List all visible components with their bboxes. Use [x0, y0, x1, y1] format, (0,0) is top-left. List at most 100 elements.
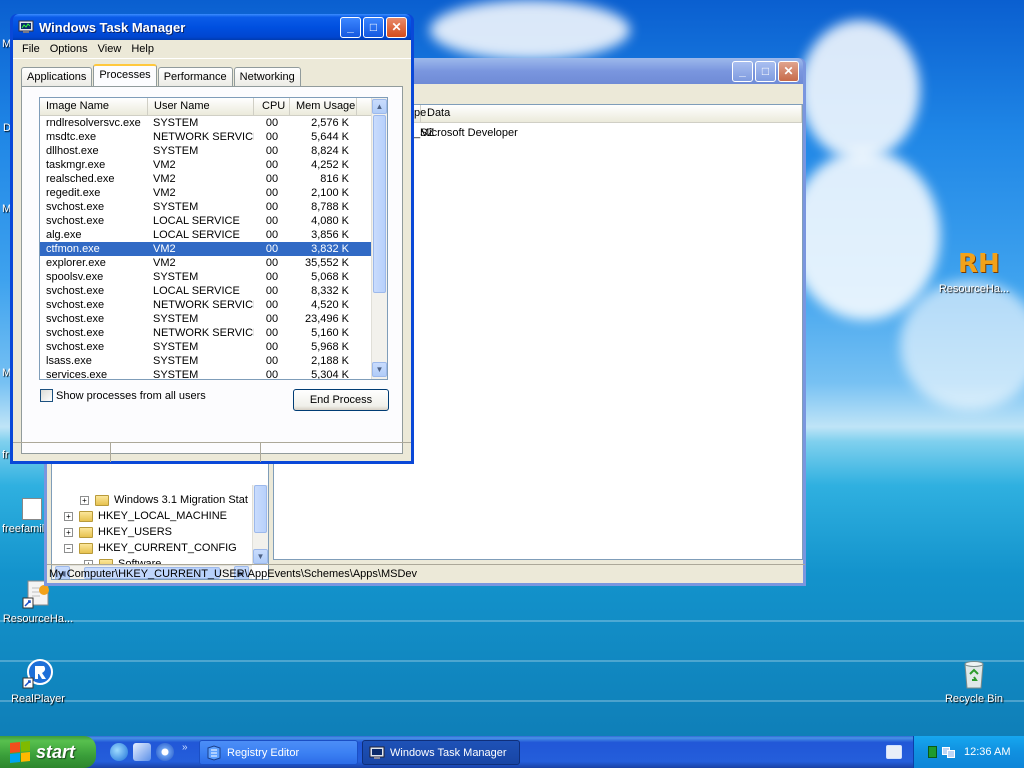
desktop-icon-label: ResourceHa...	[2, 613, 74, 625]
chevron-down-icon: ▼	[256, 552, 265, 561]
scroll-up-button[interactable]: ▲	[372, 99, 387, 114]
tree-node[interactable]: + HKEY_USERS	[64, 524, 172, 540]
task-manager-icon	[18, 20, 34, 33]
tab-applications[interactable]: Applications	[21, 67, 93, 86]
process-mem-usage: 5,968 K	[311, 341, 349, 353]
keyboard-language-icon[interactable]	[886, 745, 902, 759]
menu-view[interactable]: View	[93, 43, 127, 55]
column-header-cpu[interactable]: CPU	[254, 98, 290, 115]
table-row[interactable]: svchost.exe SYSTEM 00 5,968 K	[40, 340, 387, 354]
column-header-mem-usage[interactable]: Mem Usage	[290, 98, 357, 115]
tab-performance[interactable]: Performance	[157, 67, 233, 86]
table-row[interactable]: rndlresolversvc.exe SYSTEM 00 2,576 K	[40, 116, 387, 130]
maximize-icon: □	[369, 20, 378, 34]
column-header-user-name[interactable]: User Name	[148, 98, 254, 115]
scrollbar-thumb[interactable]	[254, 485, 267, 533]
table-row[interactable]: ctfmon.exe VM2 00 3,832 K	[40, 242, 387, 256]
process-mem-usage: 3,856 K	[311, 229, 349, 241]
task-manager-titlebar[interactable]: Windows Task Manager _ □ ✕	[13, 14, 411, 40]
collapse-icon[interactable]: −	[64, 543, 73, 553]
process-list-scrollbar[interactable]: ▲ ▼	[371, 98, 387, 379]
tree-node[interactable]: + HKEY_LOCAL_MACHINE	[64, 508, 227, 524]
table-row[interactable]: svchost.exe LOCAL SERVICE 00 8,332 K	[40, 284, 387, 298]
scroll-down-button[interactable]: ▼	[372, 362, 387, 377]
table-row[interactable]: regedit.exe VM2 00 2,100 K	[40, 186, 387, 200]
table-row[interactable]: svchost.exe LOCAL SERVICE 00 4,080 K	[40, 214, 387, 228]
column-header-data[interactable]: Data	[421, 105, 802, 122]
process-rows: rndlresolversvc.exe SYSTEM 00 2,576 Kmsdtc.…	[40, 116, 387, 379]
process-user-name: VM2	[153, 243, 176, 255]
process-cpu: 00	[265, 229, 279, 241]
table-row[interactable]: svchost.exe NETWORK SERVICE 00 5,160 K	[40, 326, 387, 340]
process-list[interactable]: Image Name User Name CPU Mem Usage rndlr…	[39, 97, 388, 380]
table-row[interactable]: explorer.exe VM2 00 35,552 K	[40, 256, 387, 270]
tree-node[interactable]: + Windows 3.1 Migration Stat	[80, 492, 248, 508]
end-process-button[interactable]: End Process	[293, 389, 389, 411]
table-row[interactable]: lsass.exe SYSTEM 00 2,188 K	[40, 354, 387, 368]
network-connection-icon[interactable]	[942, 745, 956, 759]
table-row[interactable]: alg.exe LOCAL SERVICE 00 3,856 K	[40, 228, 387, 242]
minimize-button[interactable]: _	[732, 60, 753, 82]
show-all-processes-option[interactable]: Show processes from all users	[40, 389, 206, 402]
expand-icon[interactable]: +	[80, 495, 89, 505]
minimize-button[interactable]: _	[340, 16, 361, 38]
process-cpu: 00	[265, 117, 279, 129]
taskbar-task-task-manager[interactable]: Windows Task Manager	[362, 740, 520, 765]
taskbar-task-registry-editor[interactable]: Registry Editor	[199, 740, 358, 765]
table-row[interactable]: taskmgr.exe VM2 00 4,252 K	[40, 158, 387, 172]
expand-icon[interactable]: +	[64, 527, 73, 537]
show-all-processes-label: Show processes from all users	[56, 389, 206, 402]
column-header-image-name[interactable]: Image Name	[40, 98, 148, 115]
realplayer-desktop-icon[interactable]: RealPlayer	[0, 658, 78, 705]
tree-node[interactable]: − HKEY_CURRENT_CONFIG	[64, 540, 237, 556]
media-player-icon[interactable]	[156, 743, 174, 761]
process-user-name: LOCAL SERVICE	[153, 215, 240, 227]
freefamily-desktop-icon[interactable]: freefamil	[0, 498, 46, 535]
process-cpu: 00	[265, 201, 279, 213]
table-row[interactable]: dllhost.exe SYSTEM 00 8,824 K	[40, 144, 387, 158]
process-user-name: SYSTEM	[153, 355, 199, 367]
expand-icon[interactable]: +	[64, 511, 73, 521]
table-row[interactable]: svchost.exe SYSTEM 00 23,496 K	[40, 312, 387, 326]
recycle-bin-desktop-icon[interactable]: Recycle Bin	[934, 658, 1014, 705]
maximize-button[interactable]: □	[755, 60, 776, 82]
process-cpu: 00	[265, 299, 279, 311]
tray-app-icon[interactable]	[928, 746, 937, 758]
task-manager-window[interactable]: Windows Task Manager _ □ ✕ File Options …	[10, 14, 414, 464]
resourcehacker-logo-icon: RH	[958, 249, 1000, 279]
clock[interactable]: 12:36 AM	[964, 746, 1010, 758]
internet-explorer-icon[interactable]	[110, 743, 128, 761]
resourcehacker-desktop-icon-right[interactable]: RH ResourceHa...	[934, 248, 1014, 295]
taskbar: start » Registry Editor Windows Task Man…	[0, 736, 1024, 768]
tab-processes[interactable]: Processes	[93, 64, 157, 86]
wallpaper-wave	[0, 660, 1024, 662]
scrollbar-thumb[interactable]	[373, 115, 386, 293]
quick-launch-chevron-icon[interactable]: »	[182, 742, 188, 753]
tree-node-label: Windows 3.1 Migration Stat	[114, 494, 248, 506]
process-cpu: 00	[265, 131, 279, 143]
table-row[interactable]: svchost.exe SYSTEM 00 8,788 K	[40, 200, 387, 214]
table-row[interactable]: svchost.exe NETWORK SERVICE 00 4,520 K	[40, 298, 387, 312]
close-button[interactable]: ✕	[386, 16, 407, 38]
start-button[interactable]: start	[0, 736, 96, 768]
menu-help[interactable]: Help	[126, 43, 159, 55]
menu-options[interactable]: Options	[45, 43, 93, 55]
process-user-name: SYSTEM	[153, 201, 199, 213]
menu-file[interactable]: File	[17, 43, 45, 55]
scroll-down-button[interactable]: ▼	[253, 549, 268, 564]
tree-vertical-scrollbar[interactable]: ▼	[252, 485, 268, 565]
window-title: Windows Task Manager	[39, 19, 186, 35]
tab-strip: Applications Processes Performance Netwo…	[21, 64, 302, 86]
show-all-processes-checkbox[interactable]	[40, 389, 53, 402]
maximize-button[interactable]: □	[363, 16, 384, 38]
table-row[interactable]: services.exe SYSTEM 00 5,304 K	[40, 368, 387, 379]
process-image-name: dllhost.exe	[46, 145, 99, 157]
table-row[interactable]: spoolsv.exe SYSTEM 00 5,068 K	[40, 270, 387, 284]
tab-networking[interactable]: Networking	[233, 67, 301, 86]
table-row[interactable]: realsched.exe VM2 00 816 K	[40, 172, 387, 186]
desktop-label-fragment[interactable]: fr	[2, 449, 9, 461]
outlook-express-icon[interactable]	[133, 743, 151, 761]
table-row[interactable]: msdtc.exe NETWORK SERVICE 00 5,644 K	[40, 130, 387, 144]
close-button[interactable]: ✕	[778, 60, 799, 82]
wallpaper-wave	[0, 620, 1024, 622]
